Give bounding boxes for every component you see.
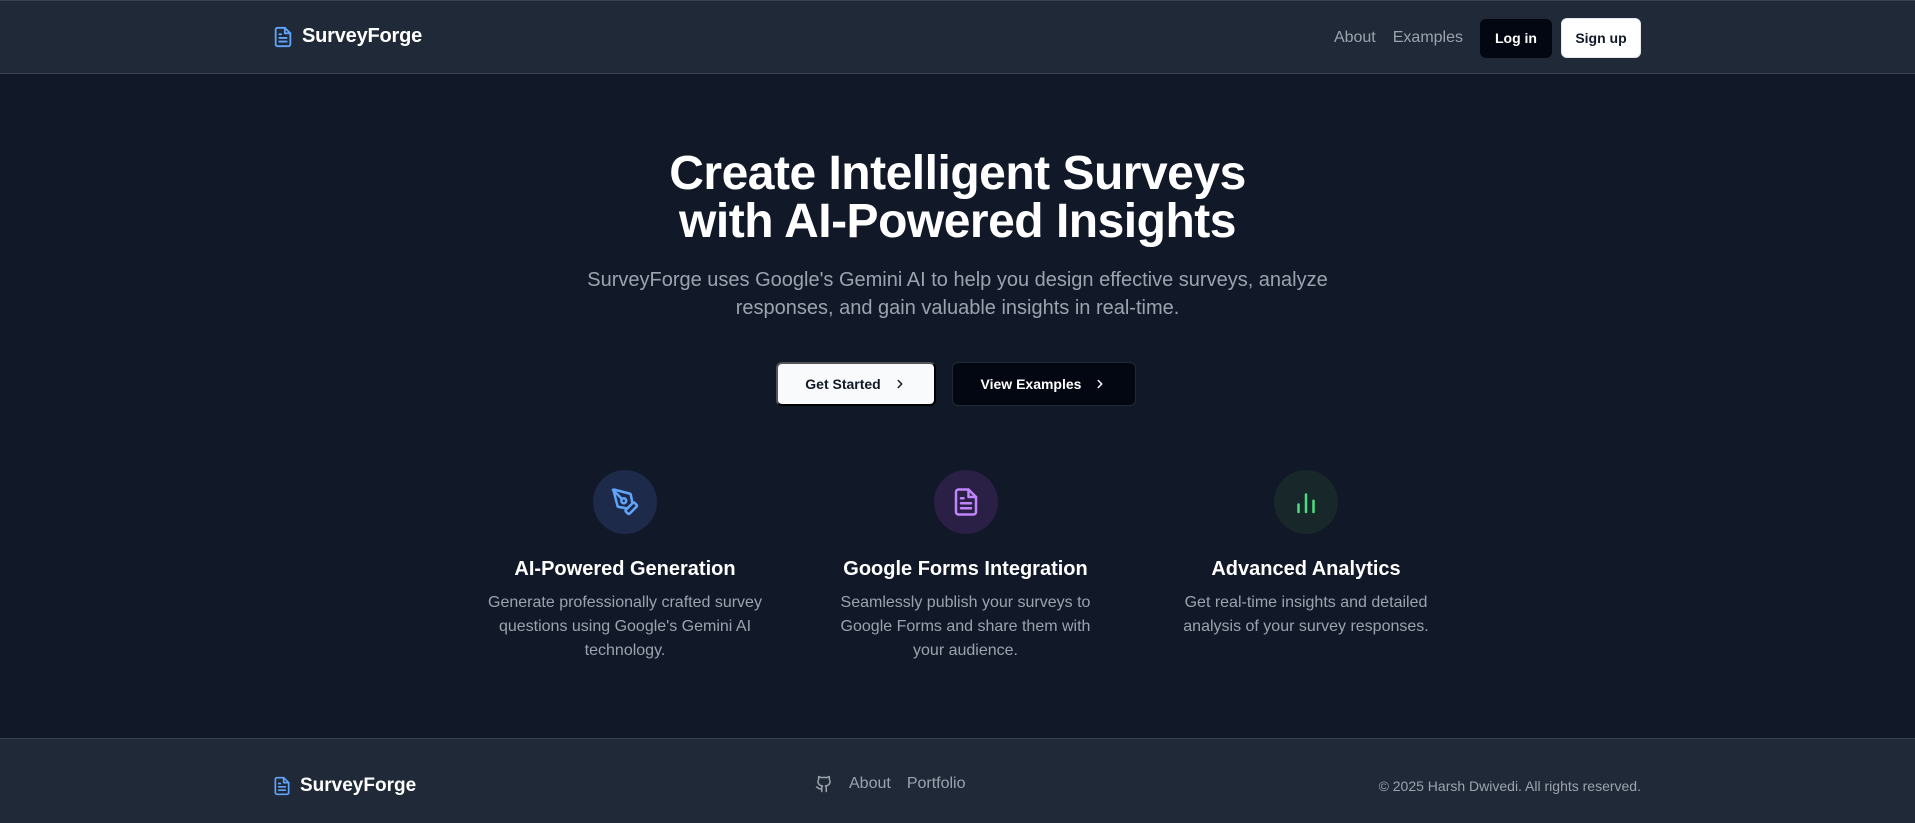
- feature-title: Google Forms Integration: [843, 558, 1088, 580]
- chevron-right-icon: [1097, 379, 1103, 389]
- feature-title: AI-Powered Generation: [514, 558, 736, 580]
- feature-card: Advanced Analytics Get real-time insight…: [1161, 470, 1451, 663]
- bar-chart-icon: [1297, 493, 1315, 514]
- feature-card: AI-Powered Generation Generate professio…: [480, 470, 770, 663]
- pen-tool-icon: [611, 488, 639, 516]
- brand-logo[interactable]: SurveyForge: [272, 25, 422, 48]
- copyright-text: © 2025 Harsh Dwivedi. All rights reserve…: [1378, 778, 1641, 794]
- feature-card: Google Forms Integration Seamlessly publ…: [821, 470, 1111, 663]
- footer-links: About Portfolio: [815, 775, 966, 793]
- view-examples-label: View Examples: [980, 376, 1082, 392]
- brand-name: SurveyForge: [302, 25, 423, 47]
- file-text-icon: [274, 26, 292, 47]
- github-icon[interactable]: [815, 775, 833, 793]
- feature-icon-badge: [593, 470, 657, 534]
- nav-examples-link[interactable]: Examples: [1393, 29, 1463, 47]
- hero-subtitle: SurveyForge uses Google's Gemini AI to h…: [587, 269, 1328, 319]
- login-button[interactable]: Log in: [1480, 18, 1552, 58]
- file-text-icon: [954, 488, 977, 516]
- signup-button[interactable]: Sign up: [1561, 18, 1641, 58]
- feature-title: Advanced Analytics: [1211, 558, 1401, 580]
- site-footer: SurveyForge About Portfolio © 2025 Harsh…: [0, 738, 1915, 823]
- hero-title-line1: Create Intelligent Surveys: [669, 147, 1246, 200]
- footer-brand-name: SurveyForge: [300, 775, 417, 796]
- chevron-right-icon: [897, 379, 903, 389]
- feature-description: Seamlessly publish your surveys to Googl…: [840, 594, 1091, 659]
- footer-portfolio-link[interactable]: Portfolio: [907, 775, 966, 793]
- hero-cta-group: Get Started View Examples: [776, 362, 1136, 406]
- feature-icon-badge: [1274, 470, 1338, 534]
- footer-brand[interactable]: SurveyForge: [272, 775, 416, 797]
- footer-about-link[interactable]: About: [849, 775, 891, 793]
- view-examples-button[interactable]: View Examples: [952, 362, 1136, 406]
- feature-description: Generate professionally crafted survey q…: [488, 594, 762, 659]
- feature-description: Get real-time insights and detailed anal…: [1183, 594, 1429, 635]
- get-started-button[interactable]: Get Started: [776, 362, 936, 406]
- main-nav: About Examples Log in Sign up: [1334, 18, 1641, 58]
- site-header: SurveyForge About Examples Log in Sign u…: [0, 0, 1915, 74]
- hero-title-line2: with AI-Powered Insights: [679, 195, 1236, 248]
- features-section: AI-Powered Generation Generate professio…: [480, 470, 1451, 663]
- get-started-label: Get Started: [805, 376, 881, 392]
- feature-icon-badge: [933, 470, 998, 534]
- hero-section: Create Intelligent Surveys with AI-Power…: [0, 150, 1915, 322]
- nav-about-link[interactable]: About: [1334, 29, 1376, 47]
- file-text-icon: [274, 776, 290, 796]
- hero-title: Create Intelligent Surveys with AI-Power…: [0, 150, 1915, 246]
